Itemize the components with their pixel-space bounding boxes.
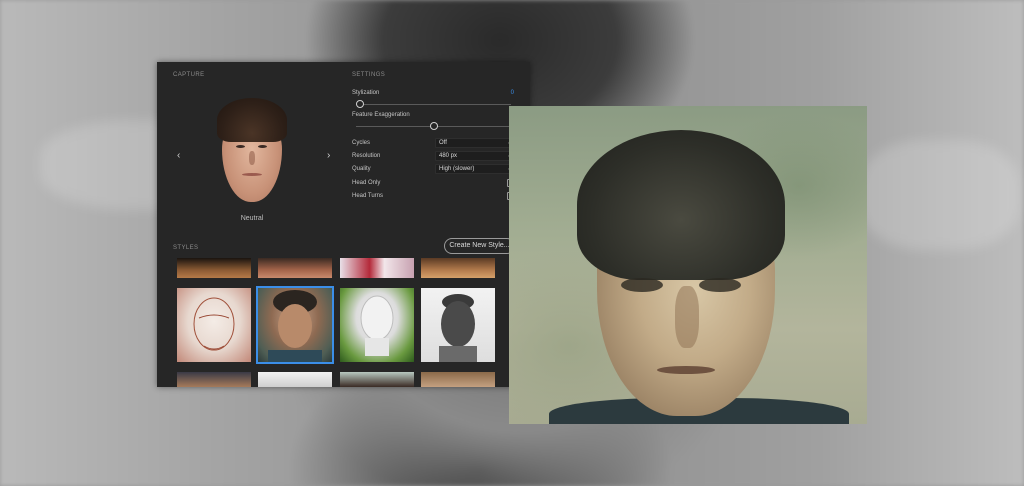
quality-label: Quality: [352, 166, 371, 172]
background-stroke: [860, 140, 1020, 250]
white-bust-shape: [360, 295, 394, 356]
portrait-eye-left: [621, 278, 663, 292]
stylization-label: Stylization: [352, 90, 380, 96]
portrait-mouth: [657, 366, 715, 374]
style-thumbnail-partial-style-2[interactable]: [258, 372, 332, 387]
pencil-face: [439, 294, 477, 362]
capture-face-preview: [214, 96, 290, 206]
style-thumbnail-pop-portrait[interactable]: [340, 258, 414, 278]
head-turns-label: Head Turns: [352, 193, 384, 199]
style-thumbnail-partial-style-3[interactable]: [340, 372, 414, 387]
style-thumbnail-bronze-sculpture[interactable]: [177, 258, 251, 278]
quality-dropdown[interactable]: High (slower) ⌄: [435, 164, 516, 174]
stylization-value: 0: [510, 90, 514, 96]
face-eye-right: [258, 145, 267, 148]
feature-exaggeration-label: Feature Exaggeration: [352, 112, 410, 118]
character-animator-panel: CAPTURE ‹ › Neutral SETTINGS Stylization…: [157, 62, 530, 387]
resolution-value: 480 px: [439, 153, 458, 159]
style-thumbnail-partial-style-4[interactable]: [421, 372, 495, 387]
style-thumbnail-red-chalk-sketch[interactable]: [177, 288, 251, 362]
head-only-label: Head Only: [352, 180, 381, 186]
expression-label: Neutral: [240, 215, 264, 222]
portrait-hair: [577, 130, 785, 280]
painted-face: [268, 290, 322, 362]
face-nose: [249, 151, 255, 165]
cycles-label: Cycles: [352, 140, 371, 146]
style-thumbnail-oil-painting-man[interactable]: [256, 286, 334, 364]
settings-section-label: SETTINGS: [352, 72, 386, 78]
cycles-value: Off: [439, 140, 447, 146]
prev-expression-arrow[interactable]: ‹: [177, 150, 180, 161]
quality-value: High (slower): [439, 166, 475, 172]
face-mouth: [242, 173, 262, 176]
portrait-eye-right: [699, 278, 741, 292]
feature-exaggeration-slider-thumb[interactable]: [429, 122, 438, 130]
styles-section-label: STYLES: [173, 245, 199, 251]
sketch-lines: [193, 297, 235, 351]
stylization-slider-thumb[interactable]: [356, 100, 364, 108]
next-expression-arrow[interactable]: ›: [327, 150, 330, 161]
stylization-slider-track[interactable]: [356, 104, 511, 105]
face-hair: [217, 98, 287, 142]
portrait-nose: [675, 286, 699, 348]
style-thumbnail-wood-carving[interactable]: [421, 258, 495, 278]
cycles-dropdown[interactable]: Off ⌄: [435, 138, 516, 148]
resolution-label: Resolution: [352, 153, 381, 159]
create-new-style-button[interactable]: Create New Style...: [444, 238, 515, 254]
stylized-output-portrait: [509, 106, 867, 424]
face-eye-left: [236, 145, 245, 148]
style-thumbnail-white-bust[interactable]: [340, 288, 414, 362]
style-thumbnail-pencil-drawing[interactable]: [421, 288, 495, 362]
resolution-dropdown[interactable]: 480 px ⌄: [435, 151, 516, 161]
style-thumbnail-red-hair-painting[interactable]: [258, 258, 332, 278]
style-thumbnail-partial-style-1[interactable]: [177, 372, 251, 387]
capture-section-label: CAPTURE: [173, 72, 205, 78]
